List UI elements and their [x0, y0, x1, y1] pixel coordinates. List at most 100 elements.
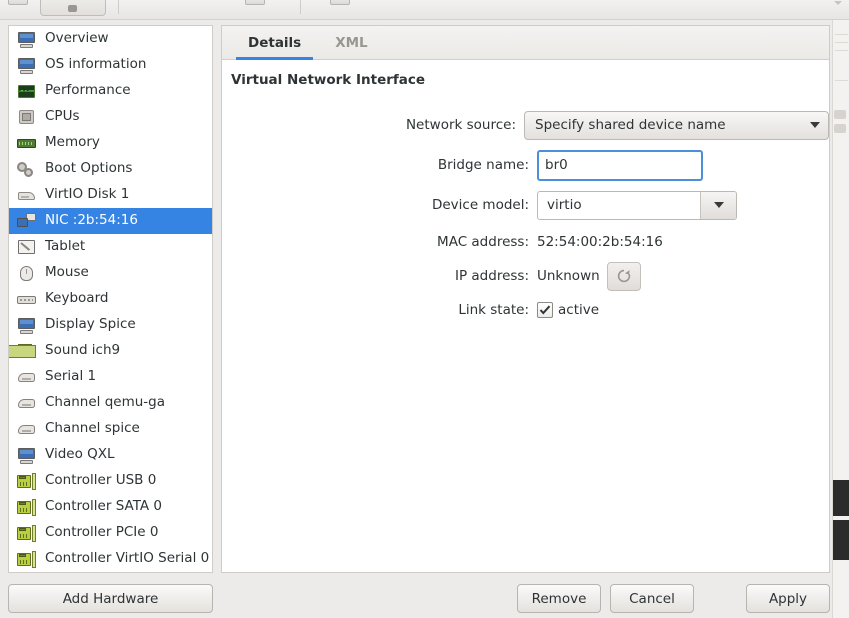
device-model-combo[interactable]: virtio — [537, 190, 737, 220]
sidebar-item-label: Controller PCIe 0 — [45, 524, 159, 541]
cancel-button[interactable]: Cancel — [610, 584, 694, 613]
add-hardware-button[interactable]: Add Hardware — [8, 584, 213, 613]
controller-icon — [17, 498, 36, 516]
hardware-list[interactable]: Overview OS information Performance CPUs Mem… — [9, 26, 212, 572]
sidebar-item-controller-sata-0[interactable]: Controller SATA 0 — [9, 494, 212, 520]
sidebar-item-label: Channel qemu-ga — [45, 394, 166, 411]
tab-details[interactable]: Details — [234, 26, 315, 60]
link-state-checkbox-label: active — [558, 302, 600, 318]
device-model-label: Device model: — [431, 197, 529, 213]
sidebar-item-label: VirtIO Disk 1 — [45, 186, 130, 203]
monitor-icon — [17, 317, 36, 334]
sidebar-item-label: NIC :2b:54:16 — [45, 212, 138, 229]
network-source-select[interactable]: Specify shared device name — [524, 110, 829, 140]
keyboard-icon — [17, 291, 36, 308]
shutdown-icon[interactable] — [330, 0, 352, 9]
field-bridge-name: Bridge name: — [222, 145, 829, 185]
sidebar-item-boot-options[interactable]: Boot Options — [9, 156, 212, 182]
pause-icon[interactable] — [245, 0, 267, 9]
sidebar-item-performance[interactable]: Performance — [9, 78, 212, 104]
sidebar-item-memory[interactable]: Memory — [9, 130, 212, 156]
monitor-icon — [17, 57, 36, 74]
mac-address-label: MAC address: — [437, 233, 529, 250]
sidebar-item-mouse[interactable]: Mouse — [9, 260, 212, 286]
sidebar-item-label: Keyboard — [45, 290, 109, 307]
sidebar-item-label: Controller USB 0 — [45, 472, 157, 489]
console-icon[interactable] — [8, 0, 30, 9]
sidebar-item-display-spice[interactable]: Display Spice — [9, 312, 212, 338]
serial-icon — [17, 369, 36, 386]
sidebar-item-channel-spice[interactable]: Channel spice — [9, 416, 212, 442]
sidebar-item-label: Mouse — [45, 264, 89, 281]
monitor-icon — [17, 31, 36, 48]
ip-address-value: Unknown — [537, 268, 600, 284]
sidebar-item-label: Display Spice — [45, 316, 136, 333]
toolbar-separator — [118, 0, 119, 14]
chevron-down-icon — [713, 202, 724, 208]
mac-address-value: 52:54:00:2b:54:16 — [537, 233, 663, 250]
background-window — [832, 20, 849, 618]
sidebar-item-label: CPUs — [45, 108, 80, 125]
sidebar-item-channel-qemu-ga[interactable]: Channel qemu-ga — [9, 390, 212, 416]
tab-xml[interactable]: XML — [321, 26, 381, 59]
run-icon[interactable] — [40, 0, 106, 16]
sidebar-item-serial-1[interactable]: Serial 1 — [9, 364, 212, 390]
tablet-icon — [17, 239, 36, 256]
sidebar-item-label: Channel spice — [45, 420, 140, 437]
field-mac-address: MAC address: 52:54:00:2b:54:16 — [222, 225, 829, 258]
network-source-value: Specify shared device name — [535, 117, 726, 133]
sidebar-item-sound-ich9[interactable]: Sound ich9 — [9, 338, 212, 364]
hardware-list-panel[interactable]: Overview OS information Performance CPUs Mem… — [8, 25, 213, 573]
section-title: Virtual Network Interface — [231, 72, 426, 88]
sidebar-item-label: Overview — [45, 30, 109, 47]
apply-button[interactable]: Apply — [746, 584, 830, 613]
bridge-name-input[interactable] — [537, 149, 703, 181]
bridge-name-label: Bridge name: — [437, 157, 529, 173]
sidebar-item-label: Performance — [45, 82, 131, 99]
serial-icon — [17, 421, 36, 438]
gear-icon — [17, 161, 36, 178]
ip-address-label: IP address: — [455, 268, 529, 284]
sidebar-item-label: Controller VirtIO Serial 0 — [45, 550, 210, 567]
tab-details-label: Details — [248, 34, 302, 51]
link-state-label: Link state: — [458, 302, 529, 318]
sidebar-item-keyboard[interactable]: Keyboard — [9, 286, 212, 312]
interface-form: Network source: Specify shared device na… — [222, 105, 829, 326]
mouse-icon — [17, 265, 36, 282]
field-device-model: Device model: virtio — [222, 185, 829, 225]
sidebar-item-nic-2b-54-16[interactable]: NIC :2b:54:16 — [9, 208, 212, 234]
chevron-down-icon[interactable] — [834, 1, 842, 5]
sidebar-item-label: Tablet — [45, 238, 86, 255]
sidebar-item-controller-pcie-0[interactable]: Controller PCIe 0 — [9, 520, 212, 546]
sound-icon — [9, 343, 36, 360]
nic-icon — [17, 212, 36, 230]
sidebar-item-virtio-disk-1[interactable]: VirtIO Disk 1 — [9, 182, 212, 208]
sidebar-item-label: Boot Options — [45, 160, 133, 177]
sidebar-item-controller-usb-0[interactable]: Controller USB 0 — [9, 468, 212, 494]
refresh-icon[interactable] — [606, 261, 641, 291]
chevron-down-icon — [810, 122, 820, 128]
toolbar-separator — [300, 0, 301, 14]
link-state-checkbox[interactable] — [537, 302, 553, 318]
device-model-value[interactable]: virtio — [538, 192, 700, 219]
controller-icon — [17, 524, 36, 542]
toolbar — [0, 0, 849, 20]
sidebar-item-controller-virtio-serial-0[interactable]: Controller VirtIO Serial 0 — [9, 546, 212, 572]
sidebar-item-cpus[interactable]: CPUs — [9, 104, 212, 130]
sidebar-item-label: Sound ich9 — [45, 342, 121, 359]
sidebar-item-label: Video QXL — [45, 446, 115, 463]
sidebar-item-video-qxl[interactable]: Video QXL — [9, 442, 212, 468]
sidebar-item-label: Serial 1 — [45, 368, 97, 385]
sidebar-item-tablet[interactable]: Tablet — [9, 234, 212, 260]
performance-icon — [17, 83, 36, 100]
device-model-dropdown-button[interactable] — [700, 191, 736, 219]
cpu-icon — [17, 109, 36, 126]
sidebar-item-overview[interactable]: Overview — [9, 26, 212, 52]
serial-icon — [17, 395, 36, 412]
controller-icon — [17, 472, 36, 490]
disk-icon — [17, 187, 36, 204]
sidebar-item-os-information[interactable]: OS information — [9, 52, 212, 78]
tab-xml-label: XML — [335, 34, 368, 51]
remove-button[interactable]: Remove — [517, 584, 601, 613]
details-body: Virtual Network Interface Network source… — [222, 60, 829, 318]
